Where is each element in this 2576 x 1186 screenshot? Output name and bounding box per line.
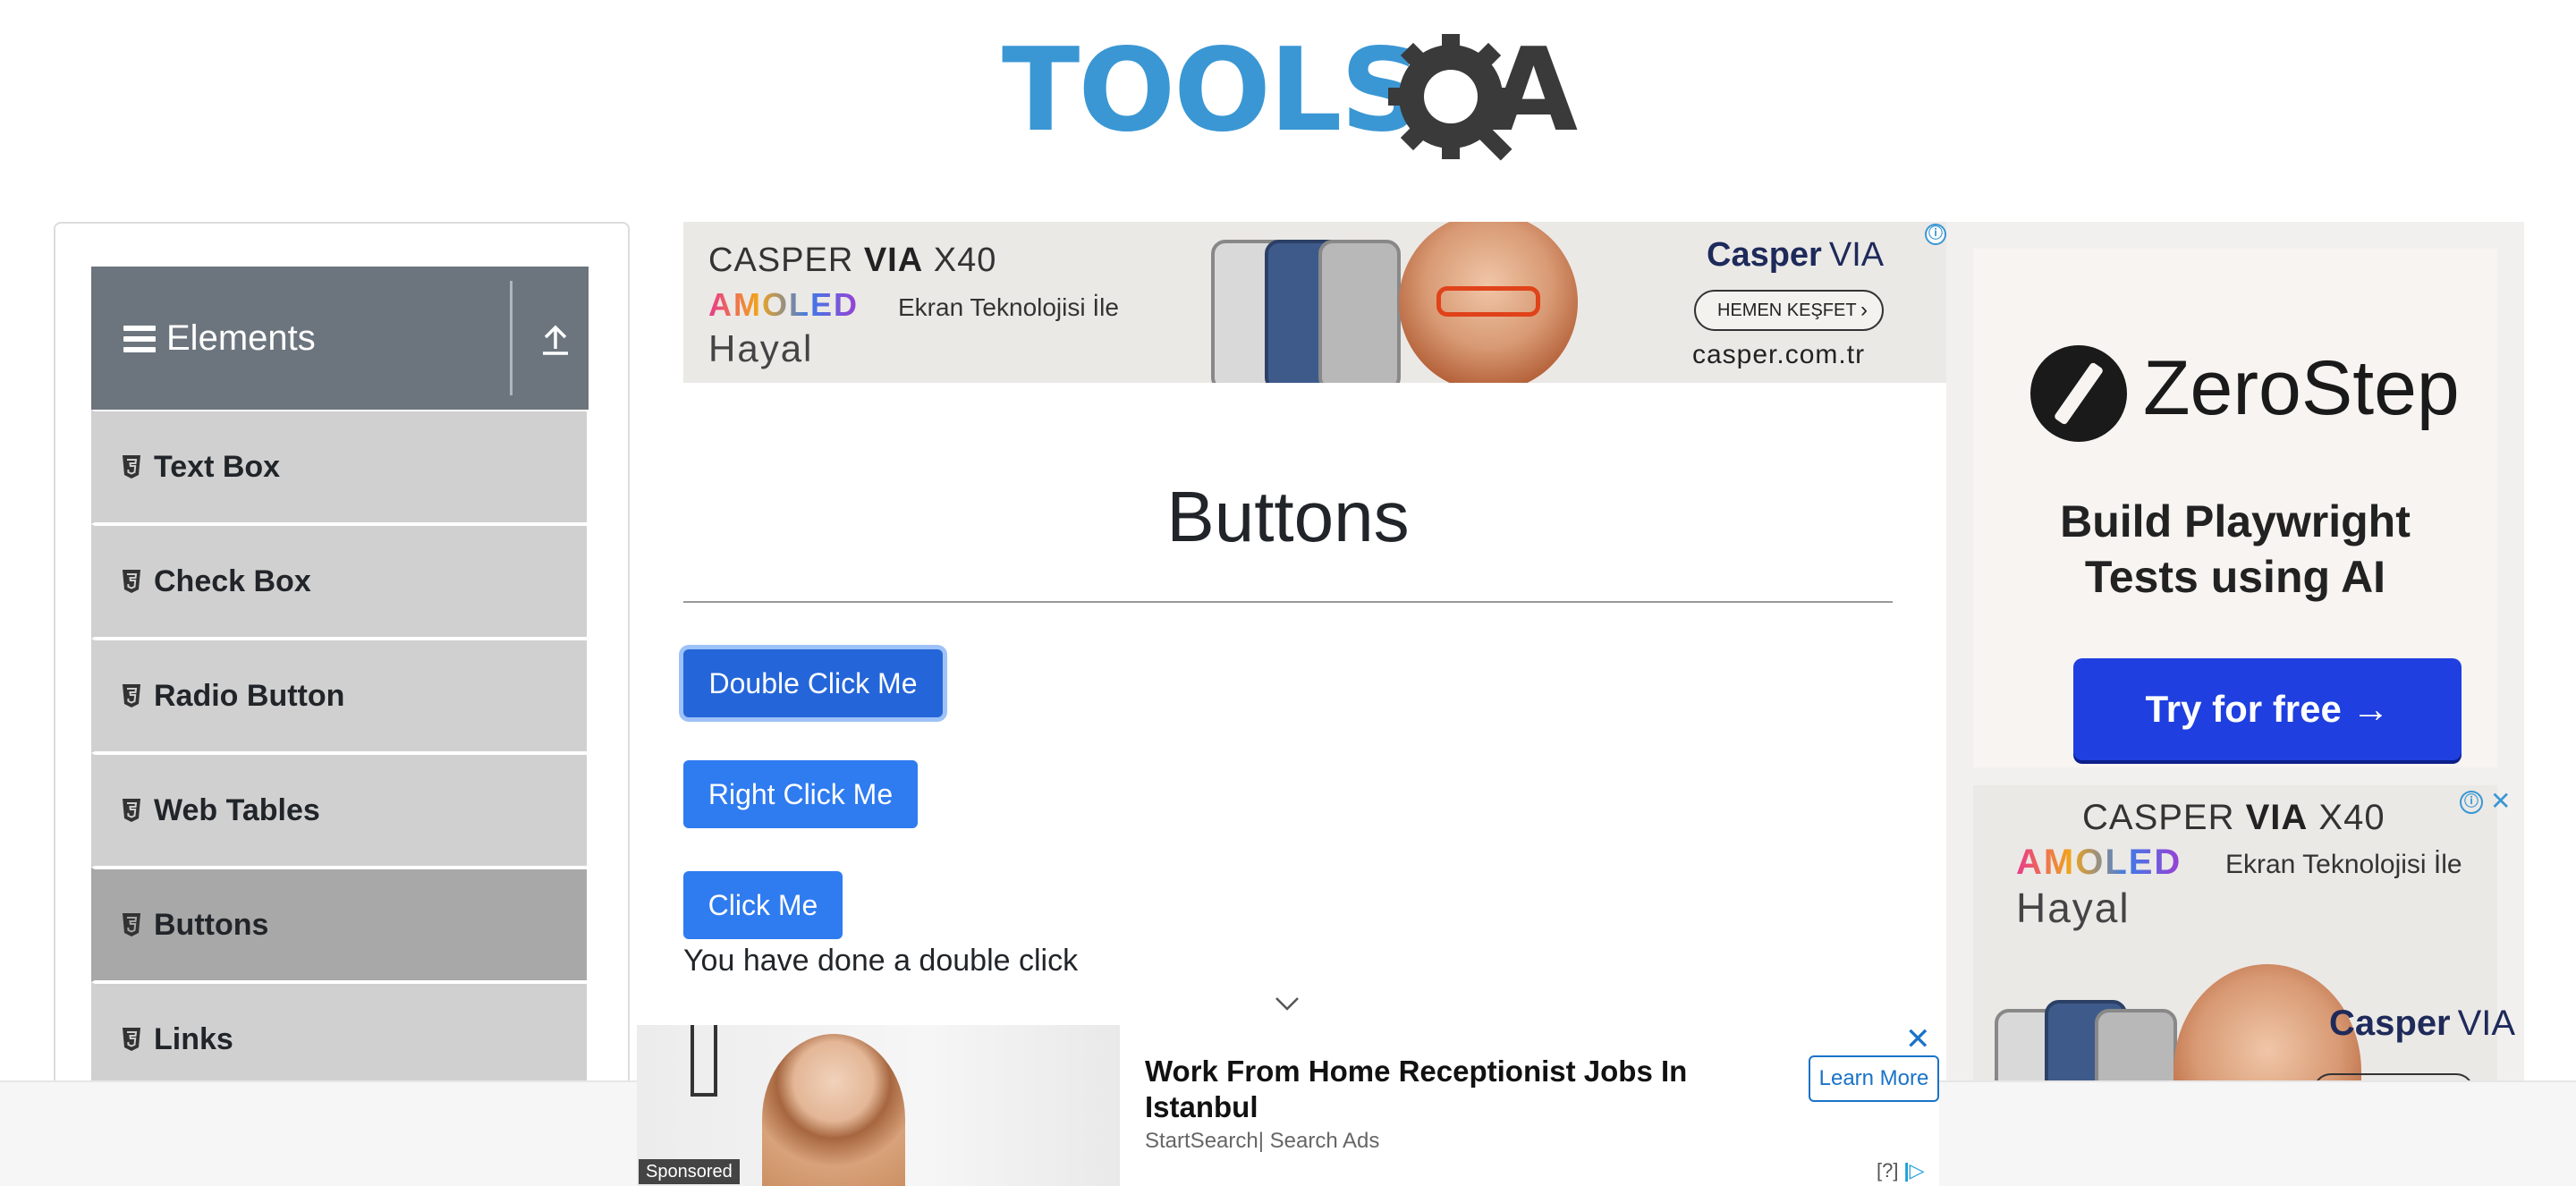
adchoices-icon[interactable]: [?] |▷ [1877, 1159, 1925, 1182]
ad-site-url: casper.com.tr [1692, 340, 1866, 369]
ad-info-icon[interactable]: ⓘ [1925, 224, 1946, 245]
sidebar-item-web-tables[interactable]: Web Tables [91, 753, 589, 868]
top-banner-ad[interactable]: CASPER VIA X40 AMOLED Ekran Teknolojisi … [683, 222, 1946, 383]
sidebar-item-label: Buttons [154, 908, 269, 942]
ad-amoled-text: AMOLED [2016, 843, 2182, 882]
double-click-message: You have done a double click [683, 944, 1079, 978]
chevron-right-icon: › [1860, 298, 1868, 322]
logo-text-a: A [1489, 24, 1579, 157]
html5-icon [123, 570, 140, 593]
click-button[interactable]: Click Me [683, 871, 843, 939]
zerostep-name: ZeroStep [2143, 345, 2460, 431]
elements-menu-list: Text Box Check Box Radio Button Web Tabl… [91, 410, 589, 1097]
sunglasses-image [1436, 286, 1540, 317]
zerostep-logo-icon [2030, 345, 2127, 442]
zerostep-ad[interactable]: ZeroStep Build Playwright Tests using AI… [1973, 249, 2497, 767]
learn-more-button[interactable]: Learn More [1809, 1055, 1939, 1102]
picture-frame [691, 1025, 717, 1097]
html5-icon [123, 913, 140, 936]
logo-text-tools: TOOLS [1002, 24, 1423, 157]
ad-source: StartSearch| Search Ads [1145, 1129, 1380, 1153]
right-click-button[interactable]: Right Click Me [683, 760, 918, 828]
double-click-button[interactable]: Double Click Me [683, 649, 943, 717]
sidebar-item-buttons[interactable]: Buttons [91, 868, 589, 982]
html5-icon [123, 799, 140, 822]
elements-group-header[interactable]: Elements [91, 267, 589, 410]
ad-ekran-text: Ekran Teknolojisi İle [2225, 850, 2462, 879]
right-side-ad: ZeroStep Build Playwright Tests using AI… [1946, 222, 2524, 1186]
group-divider [510, 281, 513, 395]
sponsored-label: Sponsored [639, 1159, 740, 1184]
sidebar-item-radio-button[interactable]: Radio Button [91, 639, 589, 753]
sidebar-item-text-box[interactable]: Text Box [91, 410, 589, 524]
sidebar-item-check-box[interactable]: Check Box [91, 524, 589, 639]
left-sidebar: Elements Text Box Check Box Radio Button [54, 222, 630, 1116]
sidebar-item-label: Check Box [154, 564, 311, 598]
close-icon[interactable]: ✕ [2490, 789, 2511, 814]
bottom-sponsored-ad[interactable]: Sponsored Work From Home Receptionist Jo… [637, 1022, 1939, 1186]
sidebar-item-label: Radio Button [154, 679, 345, 713]
ad-product-title: CASPER VIA X40 [2082, 798, 2385, 837]
ad-info-icon[interactable]: ⓘ [2460, 791, 2483, 814]
html5-icon [123, 1028, 140, 1051]
person-with-headset [762, 1034, 905, 1186]
sidebar-item-label: Text Box [154, 450, 281, 484]
receptionist-image: Sponsored [637, 1025, 1120, 1186]
ad-discover-button[interactable]: HEMEN KEŞFET › [1694, 290, 1884, 331]
title-divider [683, 601, 1893, 603]
ad-brand: Casper VIA [1707, 236, 1885, 274]
ad-ekran-text: Ekran Teknolojisi İle [898, 293, 1119, 321]
zerostep-tagline: Build Playwright Tests using AI [2060, 496, 2411, 602]
html5-icon [123, 455, 140, 479]
sidebar-item-label: Web Tables [154, 793, 320, 827]
collapse-upload-icon[interactable] [540, 324, 571, 356]
sidebar-item-links[interactable]: Links [91, 982, 589, 1097]
ad-hayal-text: Hayal [708, 327, 814, 369]
ad-product-title: CASPER VIA X40 [708, 241, 997, 279]
ad-amoled-text: AMOLED [708, 286, 859, 323]
page-title: Buttons [1166, 477, 1410, 556]
sidebar-item-label: Links [154, 1022, 233, 1056]
close-icon[interactable]: ✕ [1905, 1021, 1931, 1057]
toolsqa-logo[interactable]: TOOLS A [1002, 25, 1583, 168]
html5-icon [123, 684, 140, 707]
ad-headline[interactable]: Work From Home Receptionist Jobs In Ista… [1145, 1054, 1717, 1125]
ad-hayal-text: Hayal [2016, 885, 2131, 931]
chevron-down-icon[interactable] [1274, 995, 1301, 1012]
hamburger-icon [123, 326, 156, 352]
ad-brand: Casper VIA [2329, 1004, 2516, 1043]
page: TOOLS A Elements Text Box Check Box Radi… [0, 0, 2576, 1186]
try-for-free-button[interactable]: Try for free → [2073, 658, 2462, 760]
group-title: Elements [166, 318, 316, 358]
